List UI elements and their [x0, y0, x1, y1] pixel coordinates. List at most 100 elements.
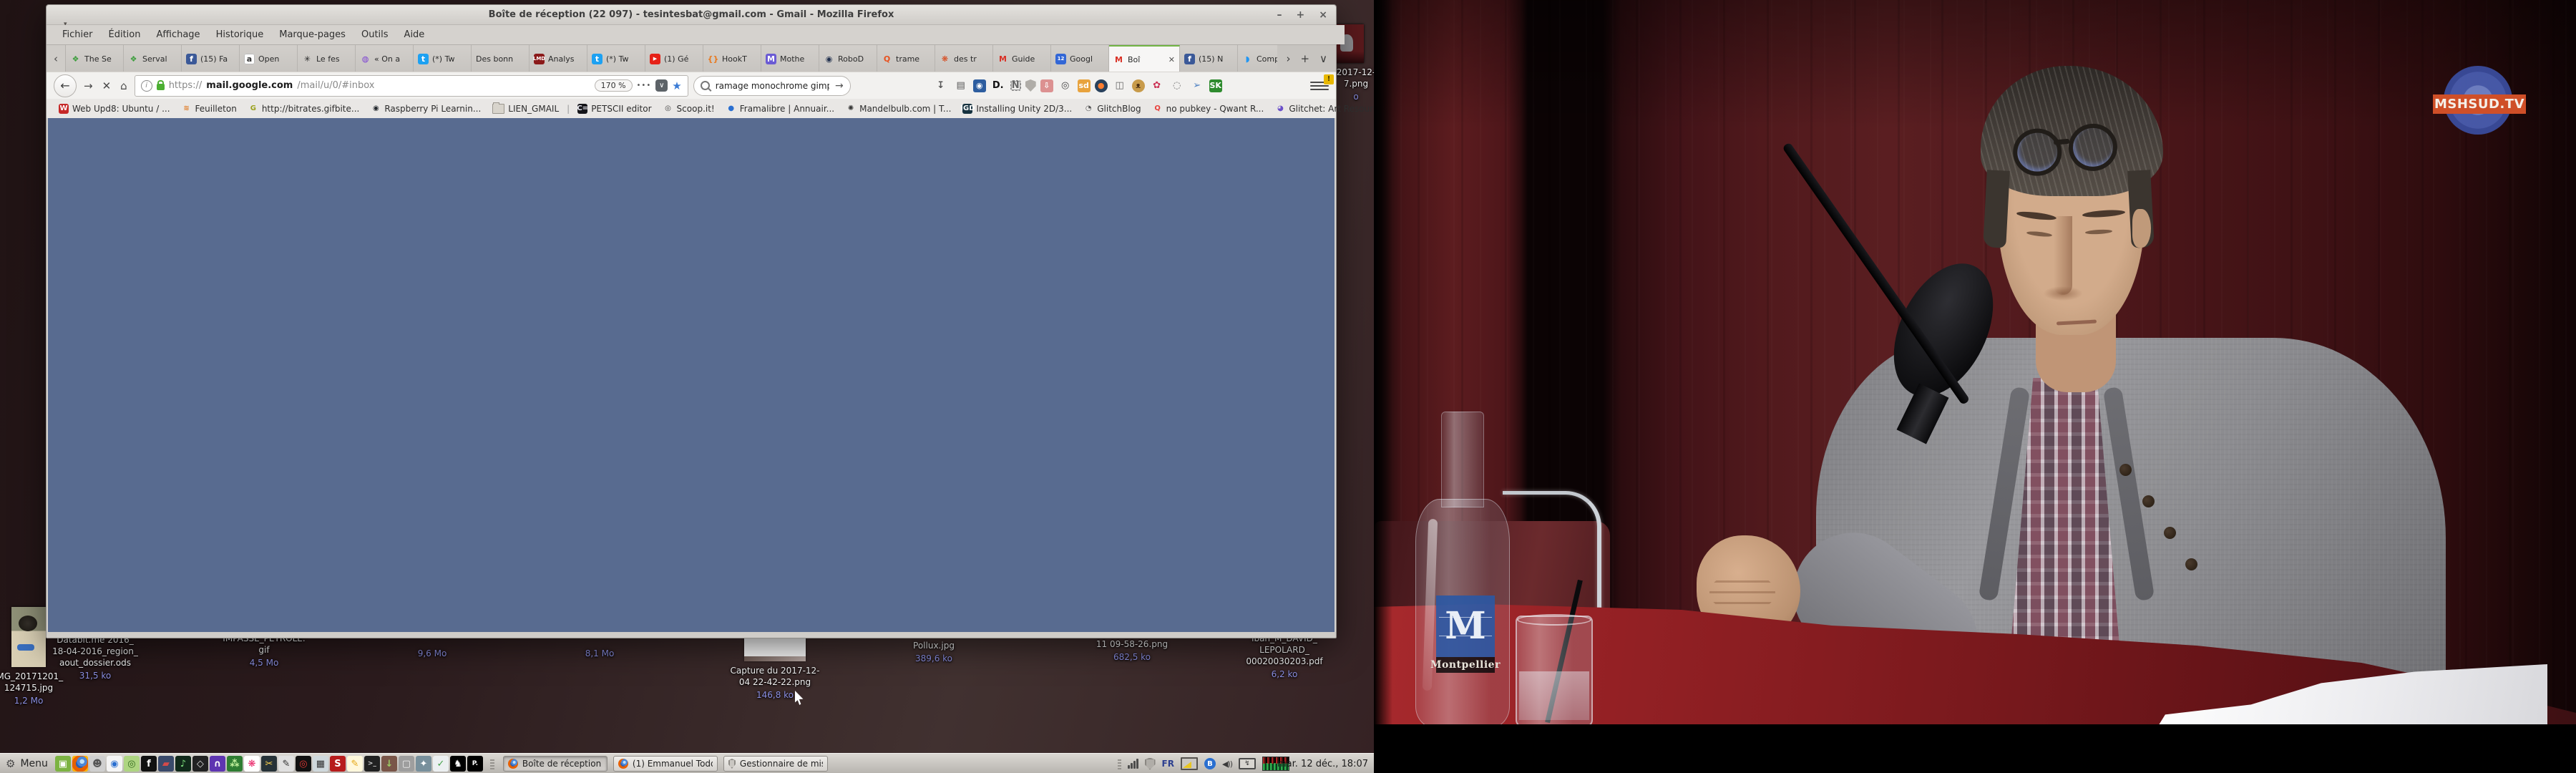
bookmark-item[interactable]: Ghttp://bitrates.gifbite... [243, 102, 365, 115]
capture-n-icon[interactable]: N [1010, 80, 1021, 91]
desktop-icon-hidden-file-1[interactable]: 9,6 Mo [404, 646, 461, 659]
launcher-firefox[interactable] [72, 756, 88, 772]
launcher-package-installer[interactable]: ↓ [381, 756, 397, 772]
keyboard-layout-icon[interactable]: FR [1162, 759, 1174, 769]
launcher-color-wheel[interactable]: ❋ [244, 756, 260, 772]
menu-outils[interactable]: Outils [354, 27, 396, 42]
launcher-pen-tool[interactable]: ✎ [278, 756, 294, 772]
page-actions-icon[interactable]: ••• [637, 82, 652, 89]
bookmark-item[interactable]: ◉Raspberry Pi Learnin... [366, 102, 486, 115]
tab-Open[interactable]: aOpen [240, 45, 298, 72]
video-download-icon[interactable]: ⇩ [1040, 79, 1053, 92]
bookmark-item[interactable]: ◎Scoop.it! [658, 102, 720, 115]
back-button[interactable]: ← [54, 74, 77, 97]
launcher-film-strip[interactable]: ▰ [158, 756, 174, 772]
bookmark-item[interactable]: WWeb Upd8: Ubuntu / ... [54, 102, 175, 115]
tray-handle-icon[interactable] [1118, 759, 1121, 769]
downloads-icon[interactable]: ↧ [933, 79, 949, 93]
home-button[interactable]: ⌂ [118, 79, 130, 92]
launcher-display-settings[interactable]: ▢ [399, 756, 414, 772]
bookmark-star-icon[interactable]: ★ [672, 79, 681, 92]
search-bar[interactable]: → [693, 76, 851, 96]
tab-(*) Tw[interactable]: t(*) Tw [587, 45, 645, 72]
menu-édition[interactable]: Édition [102, 27, 148, 42]
window-emmanuel-todd[interactable]: (1) Emmanuel Todd : ... [613, 756, 718, 772]
launcher-music-player[interactable]: ♪ [175, 756, 191, 772]
close-button[interactable]: × [1319, 10, 1327, 20]
launcher-scheduler[interactable]: ✓ [433, 756, 449, 772]
menu-fichier[interactable]: Fichier [55, 27, 100, 42]
updates-shield-icon[interactable] [1145, 758, 1156, 770]
launcher-gimp-face[interactable]: ☻ [89, 756, 105, 772]
url-bar[interactable]: i https://mail.google.com/mail/u/0/#inbo… [135, 75, 688, 97]
page-info-icon[interactable]: i [141, 80, 152, 92]
sk-green-icon[interactable]: SK [1209, 79, 1222, 92]
power-icon[interactable]: ↯ [1239, 758, 1256, 769]
bookmark-item[interactable]: ≋Feuilleton [177, 102, 242, 115]
clock[interactable]: mar. 12 déc., 18:07 [1277, 754, 1368, 773]
desktop-icon-hidden-file-2[interactable]: 8,1 Mo [571, 646, 628, 659]
bookmark-item[interactable]: LIEN_GMAIL [487, 102, 564, 115]
tab-(15) Fa[interactable]: f(15) Fa [182, 45, 240, 72]
launcher-video-editor[interactable]: ✂ [261, 756, 277, 772]
shield-gray-icon[interactable] [1025, 79, 1036, 92]
tab-Boî[interactable]: MBoî✕ [1109, 45, 1180, 72]
launcher-headphones[interactable]: ∩ [210, 756, 225, 772]
launcher-sphere[interactable]: ✦ [416, 756, 431, 772]
window-gmail[interactable]: Boîte de réception (2... [503, 756, 608, 772]
desktop-icon-databit-ods[interactable]: Databit.me 2016_18-04-2016_region_aout_d… [52, 634, 138, 681]
video-monitor[interactable]: M Montpellier MSHSUD.TV [1374, 0, 2576, 773]
list-tabs-icon[interactable]: ∨ [1319, 52, 1327, 65]
forward-button[interactable]: → [82, 79, 95, 92]
bookmark-item[interactable]: C=PETSCII editor [572, 102, 656, 115]
blue-badge-icon[interactable]: ◉ [973, 79, 986, 92]
display-icon[interactable] [1181, 757, 1198, 770]
sd-icon[interactable]: sd [1078, 79, 1091, 92]
window-update-manager[interactable]: Gestionnaire de mise... [723, 756, 828, 772]
search-input[interactable] [714, 80, 831, 92]
pocket-icon[interactable]: ∨ [655, 79, 668, 92]
bluetooth-icon[interactable]: B [1204, 758, 1216, 769]
launcher-calculator[interactable]: ▦ [313, 756, 328, 772]
bookmark-item[interactable]: ◕Glitchet: Art Resources [1270, 102, 1374, 115]
minimize-button[interactable]: – [1277, 10, 1282, 20]
menu-aide[interactable]: Aide [397, 27, 432, 42]
desktop-icon-pollux-jpg[interactable]: Pollux.jpg389,6 ko [891, 640, 977, 664]
launcher-sublime[interactable]: S [330, 756, 346, 772]
new-tab-button[interactable]: + [1300, 52, 1309, 65]
menu-historique[interactable]: Historique [209, 27, 271, 42]
desktop-icon-capture-2017-12-11[interactable]: 11 09-58-26.png682,5 ko [1088, 638, 1176, 663]
tab-(1) Gé[interactable]: ▶(1) Gé [645, 45, 703, 72]
bookmark-item[interactable]: Qno pubkey - Qwant R... [1148, 102, 1269, 115]
tab-RoboD[interactable]: ◉RoboD [819, 45, 877, 72]
page-send-icon[interactable]: ➢ [1189, 79, 1205, 93]
bookmark-item[interactable]: ✺Mandelbulb.com | T... [841, 102, 956, 115]
flame-orb-icon[interactable]: ● [1095, 79, 1108, 92]
launcher-f-editor[interactable]: f [141, 756, 157, 772]
desktop-icon-capture-2017-12-04[interactable]: Capture du 2017-12-04 22-42-22.png146,8 … [728, 634, 821, 701]
paw-icon[interactable]: ✿ [1149, 79, 1165, 93]
tab-HookT[interactable]: {}HookT [703, 45, 761, 72]
launcher-eye[interactable]: ◉ [107, 756, 122, 772]
launcher-audio-jack[interactable]: ◎ [296, 756, 311, 772]
maximize-button[interactable]: + [1297, 10, 1305, 20]
tab-des tr[interactable]: ❋des tr [935, 45, 993, 72]
hamburger-menu-button[interactable]: ! [1310, 78, 1329, 94]
desktop-icon-iban-pdf[interactable]: iban_M_DAVID_LEPOLARD_00020030203.pdf6,2… [1238, 633, 1331, 680]
browser-viewport-gmail[interactable] [48, 118, 1335, 632]
launcher-notes[interactable]: ✎ [347, 756, 363, 772]
tab-trame[interactable]: Qtrame [877, 45, 935, 72]
people-search-icon[interactable]: ◌ [1169, 79, 1185, 93]
menu-marque-pages[interactable]: Marque-pages [272, 27, 353, 42]
tab-Serval[interactable]: ❖Serval [124, 45, 182, 72]
monkey-icon[interactable]: ᴥ [1132, 79, 1145, 92]
stop-button[interactable]: ✕ [100, 79, 114, 92]
volume-icon[interactable]: ◀)) [1222, 759, 1232, 769]
launcher-molecules[interactable]: ⁂ [227, 756, 243, 772]
window-titlebar[interactable]: Boîte de réception (22 097) - tesintesba… [47, 5, 1336, 25]
tab-Le fes[interactable]: ✳Le fes [298, 45, 356, 72]
tab-(*) Tw[interactable]: t(*) Tw [414, 45, 472, 72]
d-dot-icon[interactable]: D. [990, 79, 1006, 93]
launcher-spiral[interactable]: ◎ [124, 756, 140, 772]
tab-Mothe[interactable]: MMothe [761, 45, 819, 72]
